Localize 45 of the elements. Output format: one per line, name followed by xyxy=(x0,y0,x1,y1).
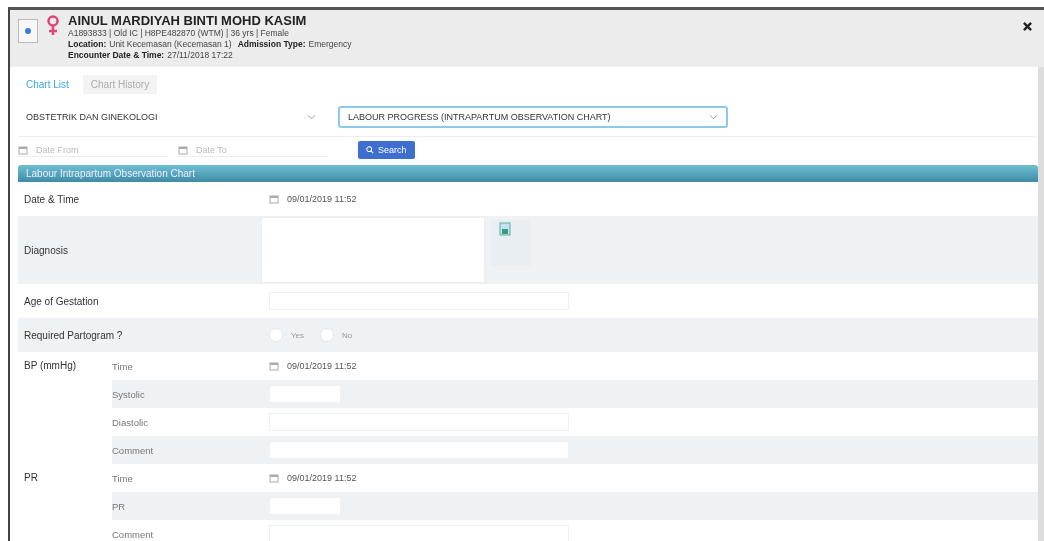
field-label: Time xyxy=(112,360,134,372)
patient-button[interactable] xyxy=(18,19,38,43)
field-label: Time xyxy=(112,472,134,484)
field-label: PR xyxy=(23,471,39,485)
radio-button[interactable] xyxy=(320,328,335,342)
calendar-icon xyxy=(269,473,279,483)
field-label: PR xyxy=(112,500,127,512)
patient-ids: A1893833 | Old IC | H8PE482870 (WTM) | 36 yrs | Female xyxy=(68,28,290,39)
date-field[interactable]: Date To xyxy=(194,143,308,156)
date-time-value: 09/01/2019 11:52 xyxy=(287,194,357,204)
calendar-icon xyxy=(269,194,279,204)
location-label: Location: xyxy=(68,39,107,49)
patient-name: AINUL MARDIYAH BINTI MOHD KASIM xyxy=(68,13,308,28)
search-icon xyxy=(366,146,374,154)
date-field[interactable]: Date From xyxy=(34,143,148,156)
admission-value: Emergency xyxy=(308,39,352,49)
encounter-value: 27/11/2018 17:22 xyxy=(167,50,233,60)
date-time-value: 09/01/2019 11:52 xyxy=(287,473,357,483)
date-time-value: 09/01/2019 11:52 xyxy=(287,361,357,371)
field-label: BP (mmHg) xyxy=(23,359,78,373)
calendar-icon xyxy=(269,361,279,371)
section-header: Labour Intrapartum Observation Chart xyxy=(18,165,1038,182)
chevron-down-icon xyxy=(709,114,718,120)
field-label: Date & Time xyxy=(23,193,81,205)
field-label: Comment xyxy=(112,528,155,540)
field-label: Required Partogram ? xyxy=(23,329,124,341)
radio-label: Yes xyxy=(291,330,305,340)
radio-button[interactable] xyxy=(269,328,283,342)
radio-label: No xyxy=(342,330,353,340)
search-button[interactable]: Search xyxy=(358,141,415,159)
female-icon xyxy=(46,15,60,37)
admission-label: Admission Type: xyxy=(237,39,306,49)
location-value: Unit Kecemasan (Kecemasan 1) xyxy=(109,39,232,49)
chart-dropdown[interactable]: LABOUR PROGRESS (INTRAPARTUM OBSERVATION CHART) xyxy=(338,106,728,128)
calendar-icon xyxy=(178,144,188,155)
calendar-icon xyxy=(18,144,28,155)
field-label: Age of Gestation xyxy=(23,295,100,307)
department-dropdown[interactable]: OBSTETRIK DAN GINEKOLOGI xyxy=(18,106,324,128)
field-label: Diagnosis xyxy=(23,244,69,256)
close-icon xyxy=(1023,22,1032,31)
encounter-label: Encounter Date & Time: xyxy=(68,50,165,60)
chevron-down-icon xyxy=(307,114,316,120)
field-label: Comment xyxy=(112,444,155,456)
field-label: Diastolic xyxy=(112,416,149,428)
field-label: Systolic xyxy=(112,388,146,400)
